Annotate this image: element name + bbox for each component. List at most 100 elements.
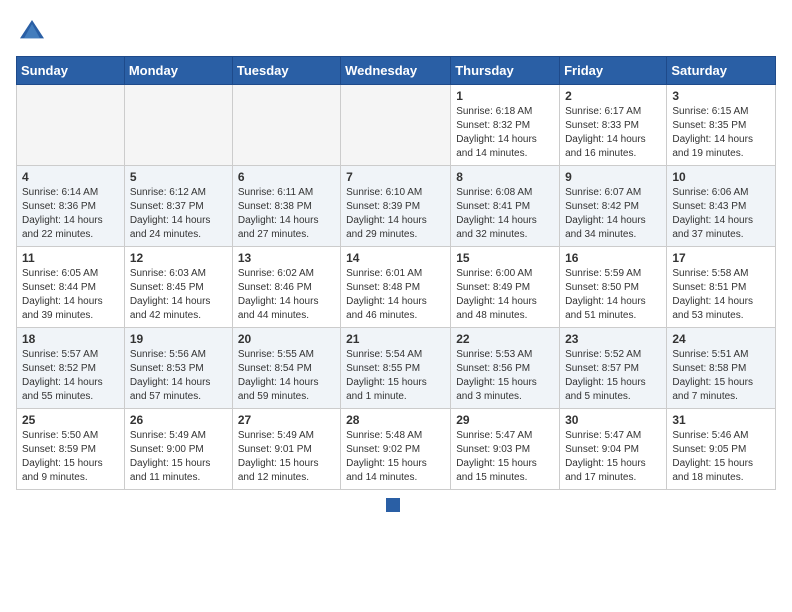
logo — [16, 16, 52, 48]
day-info: Sunrise: 6:06 AM Sunset: 8:43 PM Dayligh… — [672, 186, 770, 242]
day-info: Sunrise: 5:47 AM Sunset: 9:04 PM Dayligh… — [565, 429, 661, 485]
page-header — [16, 16, 776, 48]
calendar-day-header: Wednesday — [341, 57, 451, 85]
day-info: Sunrise: 6:02 AM Sunset: 8:46 PM Dayligh… — [238, 267, 335, 323]
calendar-day-header: Tuesday — [232, 57, 340, 85]
day-info: Sunrise: 5:54 AM Sunset: 8:55 PM Dayligh… — [346, 348, 445, 404]
day-number: 6 — [238, 170, 335, 184]
calendar-day-cell: 13 Sunrise: 6:02 AM Sunset: 8:46 PM Dayli… — [232, 247, 340, 328]
day-number: 18 — [22, 332, 119, 346]
calendar-day-cell: 20 Sunrise: 5:55 AM Sunset: 8:54 PM Dayli… — [232, 328, 340, 409]
calendar-day-cell: 19 Sunrise: 5:56 AM Sunset: 8:53 PM Dayli… — [124, 328, 232, 409]
day-info: Sunrise: 6:12 AM Sunset: 8:37 PM Dayligh… — [130, 186, 227, 242]
day-info: Sunrise: 6:17 AM Sunset: 8:33 PM Dayligh… — [565, 105, 661, 161]
day-info: Sunrise: 6:11 AM Sunset: 8:38 PM Dayligh… — [238, 186, 335, 242]
day-number: 19 — [130, 332, 227, 346]
day-info: Sunrise: 6:01 AM Sunset: 8:48 PM Dayligh… — [346, 267, 445, 323]
calendar-day-cell: 28Sunrise: 5:48 AM Sunset: 9:02 PM Dayli… — [341, 409, 451, 490]
day-number: 8 — [456, 170, 554, 184]
calendar-day-cell: 1 Sunrise: 6:18 AM Sunset: 8:32 PM Daylig… — [451, 85, 560, 166]
day-info: Sunrise: 6:10 AM Sunset: 8:39 PM Dayligh… — [346, 186, 445, 242]
day-info: Sunrise: 5:49 AM Sunset: 9:00 PM Dayligh… — [130, 429, 227, 485]
day-info: Sunrise: 5:59 AM Sunset: 8:50 PM Dayligh… — [565, 267, 661, 323]
day-info: Sunrise: 5:51 AM Sunset: 8:58 PM Dayligh… — [672, 348, 770, 404]
day-info: Sunrise: 5:58 AM Sunset: 8:51 PM Dayligh… — [672, 267, 770, 323]
day-number: 26 — [130, 413, 227, 427]
calendar-day-cell: 15 Sunrise: 6:00 AM Sunset: 8:49 PM Dayli… — [451, 247, 560, 328]
calendar-day-cell: 27Sunrise: 5:49 AM Sunset: 9:01 PM Dayli… — [232, 409, 340, 490]
day-info: Sunrise: 5:56 AM Sunset: 8:53 PM Dayligh… — [130, 348, 227, 404]
calendar-day-cell: 10 Sunrise: 6:06 AM Sunset: 8:43 PM Dayli… — [667, 166, 776, 247]
calendar-day-cell: 11Sunrise: 6:05 AM Sunset: 8:44 PM Dayli… — [17, 247, 125, 328]
day-number: 13 — [238, 251, 335, 265]
day-number: 15 — [456, 251, 554, 265]
day-number: 3 — [672, 89, 770, 103]
day-number: 17 — [672, 251, 770, 265]
day-number: 7 — [346, 170, 445, 184]
day-number: 10 — [672, 170, 770, 184]
calendar-day-cell: 24 Sunrise: 5:51 AM Sunset: 8:58 PM Dayli… — [667, 328, 776, 409]
calendar-header-row: SundayMondayTuesdayWednesdayThursdayFrid… — [17, 57, 776, 85]
calendar-day-cell: 17 Sunrise: 5:58 AM Sunset: 8:51 PM Dayli… — [667, 247, 776, 328]
day-info: Sunrise: 6:14 AM Sunset: 8:36 PM Dayligh… — [22, 186, 119, 242]
calendar-day-cell — [341, 85, 451, 166]
legend-color-box — [386, 498, 400, 512]
day-info: Sunrise: 6:00 AM Sunset: 8:49 PM Dayligh… — [456, 267, 554, 323]
calendar-day-cell: 3 Sunrise: 6:15 AM Sunset: 8:35 PM Daylig… — [667, 85, 776, 166]
day-number: 28 — [346, 413, 445, 427]
day-info: Sunrise: 5:55 AM Sunset: 8:54 PM Dayligh… — [238, 348, 335, 404]
day-number: 30 — [565, 413, 661, 427]
calendar-day-cell — [124, 85, 232, 166]
calendar-day-cell: 25 Sunrise: 5:50 AM Sunset: 8:59 PM Dayli… — [17, 409, 125, 490]
day-number: 14 — [346, 251, 445, 265]
calendar-day-header: Sunday — [17, 57, 125, 85]
day-info: Sunrise: 6:15 AM Sunset: 8:35 PM Dayligh… — [672, 105, 770, 161]
day-info: Sunrise: 5:47 AM Sunset: 9:03 PM Dayligh… — [456, 429, 554, 485]
calendar-week-row: 25 Sunrise: 5:50 AM Sunset: 8:59 PM Dayli… — [17, 409, 776, 490]
calendar-day-cell: 30 Sunrise: 5:47 AM Sunset: 9:04 PM Dayli… — [560, 409, 667, 490]
day-number: 16 — [565, 251, 661, 265]
day-number: 4 — [22, 170, 119, 184]
calendar-day-cell: 6 Sunrise: 6:11 AM Sunset: 8:38 PM Daylig… — [232, 166, 340, 247]
day-number: 29 — [456, 413, 554, 427]
day-number: 27 — [238, 413, 335, 427]
day-info: Sunrise: 6:07 AM Sunset: 8:42 PM Dayligh… — [565, 186, 661, 242]
day-info: Sunrise: 5:50 AM Sunset: 8:59 PM Dayligh… — [22, 429, 119, 485]
day-number: 11 — [22, 251, 119, 265]
day-number: 9 — [565, 170, 661, 184]
calendar-day-cell: 5 Sunrise: 6:12 AM Sunset: 8:37 PM Daylig… — [124, 166, 232, 247]
calendar-day-cell: 14 Sunrise: 6:01 AM Sunset: 8:48 PM Dayli… — [341, 247, 451, 328]
calendar-day-cell: 16 Sunrise: 5:59 AM Sunset: 8:50 PM Dayli… — [560, 247, 667, 328]
day-info: Sunrise: 6:18 AM Sunset: 8:32 PM Dayligh… — [456, 105, 554, 161]
calendar-week-row: 1 Sunrise: 6:18 AM Sunset: 8:32 PM Daylig… — [17, 85, 776, 166]
calendar-day-cell: 2 Sunrise: 6:17 AM Sunset: 8:33 PM Daylig… — [560, 85, 667, 166]
calendar-day-header: Saturday — [667, 57, 776, 85]
calendar-day-cell: 23Sunrise: 5:52 AM Sunset: 8:57 PM Dayli… — [560, 328, 667, 409]
day-number: 2 — [565, 89, 661, 103]
day-number: 5 — [130, 170, 227, 184]
calendar-day-cell: 9 Sunrise: 6:07 AM Sunset: 8:42 PM Daylig… — [560, 166, 667, 247]
calendar-table: SundayMondayTuesdayWednesdayThursdayFrid… — [16, 56, 776, 490]
calendar-day-header: Thursday — [451, 57, 560, 85]
calendar-footer — [16, 498, 776, 512]
day-info: Sunrise: 5:57 AM Sunset: 8:52 PM Dayligh… — [22, 348, 119, 404]
day-number: 20 — [238, 332, 335, 346]
calendar-day-cell — [17, 85, 125, 166]
calendar-day-cell: 18 Sunrise: 5:57 AM Sunset: 8:52 PM Dayli… — [17, 328, 125, 409]
day-info: Sunrise: 5:52 AM Sunset: 8:57 PM Dayligh… — [565, 348, 661, 404]
day-number: 25 — [22, 413, 119, 427]
calendar-day-cell: 12Sunrise: 6:03 AM Sunset: 8:45 PM Dayli… — [124, 247, 232, 328]
calendar-day-cell: 31Sunrise: 5:46 AM Sunset: 9:05 PM Dayli… — [667, 409, 776, 490]
day-info: Sunrise: 5:46 AM Sunset: 9:05 PM Dayligh… — [672, 429, 770, 485]
day-info: Sunrise: 6:03 AM Sunset: 8:45 PM Dayligh… — [130, 267, 227, 323]
calendar-day-cell: 8Sunrise: 6:08 AM Sunset: 8:41 PM Daylig… — [451, 166, 560, 247]
calendar-day-cell — [232, 85, 340, 166]
day-number: 1 — [456, 89, 554, 103]
calendar-day-cell: 26 Sunrise: 5:49 AM Sunset: 9:00 PM Dayli… — [124, 409, 232, 490]
day-number: 21 — [346, 332, 445, 346]
day-number: 24 — [672, 332, 770, 346]
calendar-day-cell: 4 Sunrise: 6:14 AM Sunset: 8:36 PM Daylig… — [17, 166, 125, 247]
calendar-week-row: 11Sunrise: 6:05 AM Sunset: 8:44 PM Dayli… — [17, 247, 776, 328]
day-info: Sunrise: 5:53 AM Sunset: 8:56 PM Dayligh… — [456, 348, 554, 404]
calendar-day-cell: 21 Sunrise: 5:54 AM Sunset: 8:55 PM Dayli… — [341, 328, 451, 409]
